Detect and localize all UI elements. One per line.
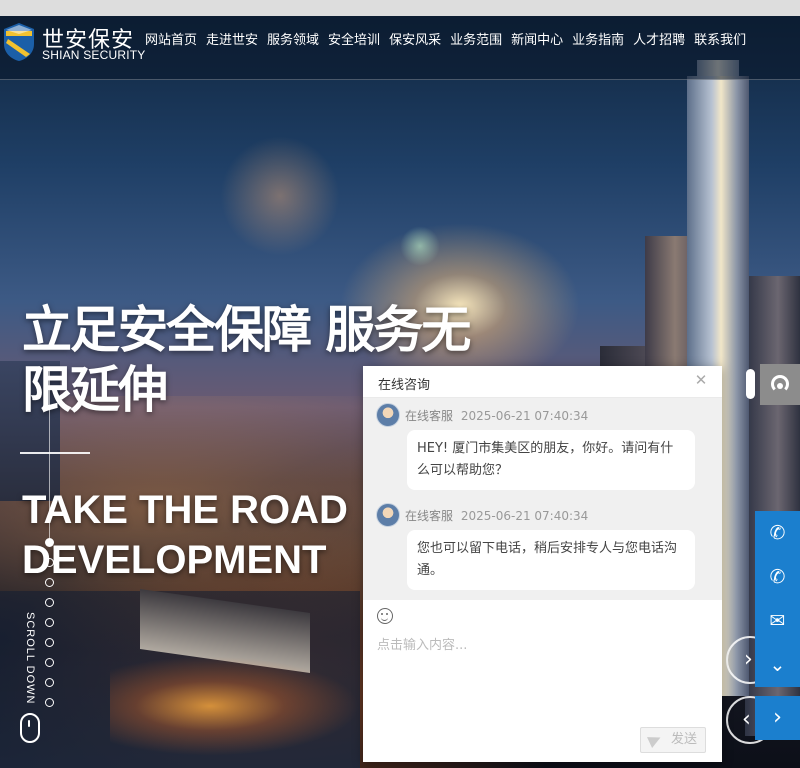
message-sender: 在线客服 [405,409,454,423]
nav-item-training[interactable]: 安全培训 [328,32,380,50]
slide-dot[interactable] [45,678,54,687]
nav-item-news[interactable]: 新闻中心 [511,32,563,50]
logo-name-en: SHIAN SECURITY [42,48,146,62]
chat-header: 在线咨询 ✕ [363,366,722,398]
mail-icon[interactable]: ✉ [755,599,800,643]
agent-avatar [376,403,400,427]
chat-input-area: 发送 [363,600,722,762]
phone-icon[interactable]: ✆ [755,555,800,599]
headset-icon [771,375,789,393]
send-button[interactable]: 发送 [640,727,706,753]
message-bubble: 您也可以留下电话，稍后安排专人与您电话沟通。 [407,530,695,590]
shield-logo-icon [4,23,34,61]
slide-indicator-bar [20,452,90,454]
chat-title: 在线咨询 [378,378,431,393]
lens-flare [400,226,440,266]
nav-item-business-scope[interactable]: 业务范围 [450,32,502,50]
nav-item-about[interactable]: 走进世安 [206,32,258,50]
top-navbar: 世安保安 SHIAN SECURITY 网站首页 走进世安 服务领域 安全培训 … [0,16,800,80]
chevron-down-icon[interactable]: ⌄ [755,643,800,687]
nav-item-guide[interactable]: 业务指南 [572,32,624,50]
slide-dot[interactable] [45,638,54,647]
nav-item-contact[interactable]: 联系我们 [694,32,746,50]
hero-subheadline: TAKE THE ROAD DEVELOPMENT [22,488,348,582]
chat-message-input[interactable] [377,634,707,714]
agent-avatar [376,503,400,527]
nav-item-services[interactable]: 服务领域 [267,32,319,50]
slide-dot[interactable] [45,578,54,587]
message-bubble: HEY! 厦门市集美区的朋友，你好。请问有什么可以帮助您？ [407,430,695,490]
message-meta: 在线客服 2025-06-21 07:40:34 [405,507,588,524]
chat-scrollbar-thumb[interactable] [746,369,755,399]
customer-service-button[interactable] [760,364,800,405]
slide-dot[interactable] [45,658,54,667]
side-toolbar: ✆ ✆ ✉ ⌄ [755,511,800,687]
close-icon[interactable]: ✕ [693,372,709,388]
chat-messages: 在线客服 2025-06-21 07:40:34 HEY! 厦门市集美区的朋友，… [363,398,722,600]
send-label: 发送 [670,732,697,747]
paper-plane-icon [647,732,663,748]
mouse-icon[interactable] [20,713,40,743]
scroll-down-label: SCROLL DOWN [24,612,36,705]
nav-item-home[interactable]: 网站首页 [145,32,197,50]
sky-glow [220,136,340,256]
slide-dot[interactable] [45,698,54,707]
message-meta: 在线客服 2025-06-21 07:40:34 [405,407,588,424]
chat-window: 在线咨询 ✕ 在线客服 2025-06-21 07:40:34 HEY! 厦门市… [363,366,722,762]
pier-lights [110,656,360,756]
emoji-icon[interactable] [377,608,393,624]
message-sender: 在线客服 [405,509,454,523]
browser-top-bar [0,0,800,16]
main-nav: 网站首页 走进世安 服务领域 安全培训 保安风采 业务范围 新闻中心 业务指南 … [145,32,755,50]
slide-dot[interactable] [45,558,54,567]
nav-item-careers[interactable]: 人才招聘 [633,32,685,50]
message-time: 2025-06-21 07:40:34 [460,509,589,523]
nav-item-gallery[interactable]: 保安风采 [389,32,441,50]
phone-icon[interactable]: ✆ [755,511,800,555]
slide-dot[interactable] [45,598,54,607]
message-time: 2025-06-21 07:40:34 [460,409,589,423]
slide-dot[interactable] [45,618,54,627]
site-logo[interactable]: 世安保安 SHIAN SECURITY [2,20,146,76]
slide-dot-active[interactable] [45,538,54,547]
chevron-right-icon[interactable]: › [755,696,800,740]
